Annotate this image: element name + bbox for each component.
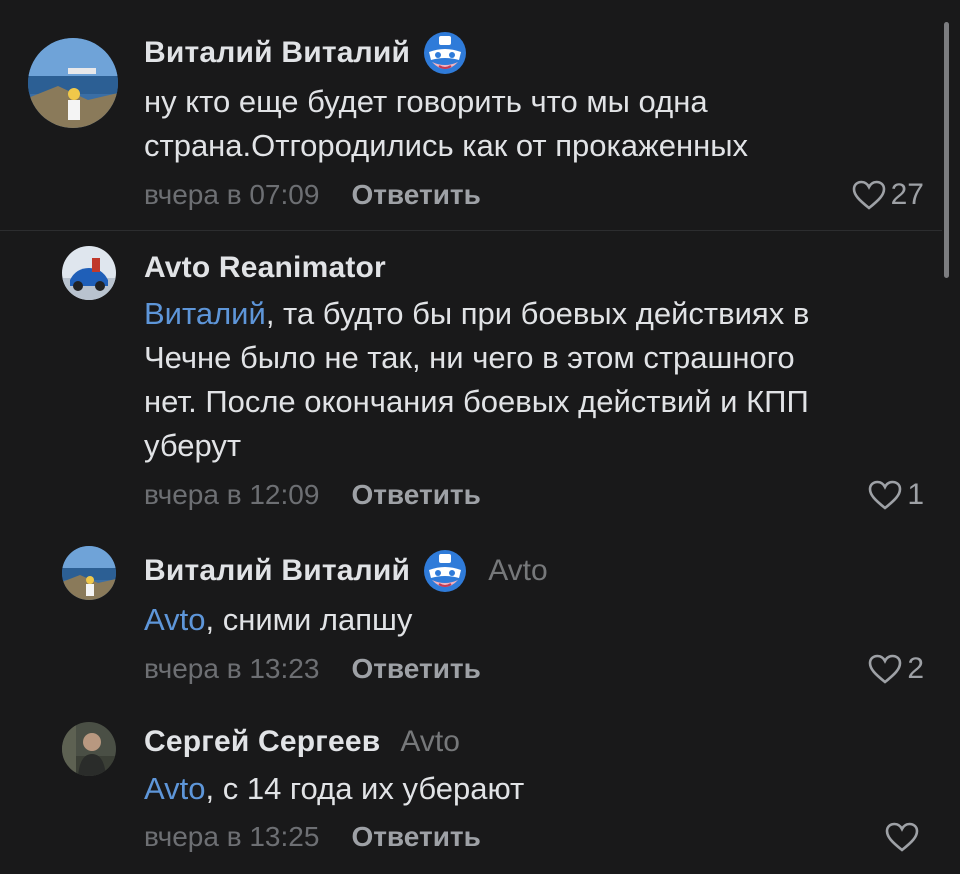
comment-text: ну кто еще будет говорить что мы одна ст…: [144, 80, 934, 168]
like-button[interactable]: 1: [867, 477, 924, 513]
comment-line: Avto, с 14 года их уберают: [144, 767, 934, 811]
comment-line: Avto, сними лапшу: [144, 598, 934, 642]
comment-line: уберут: [144, 428, 242, 463]
comment-line-text: , сними лапшу: [205, 602, 413, 637]
avatar[interactable]: [62, 546, 116, 600]
comment-line: Чечне было не так, ни чего в этом страшн…: [144, 340, 795, 375]
author-name[interactable]: Сергей Сергеев: [144, 725, 380, 759]
comment-time: вчера в 13:23: [144, 653, 320, 684]
comment-line: ну кто еще будет говорить что мы одна: [144, 84, 708, 119]
comment-time: вчера в 07:09: [144, 179, 320, 210]
comment-line: Виталий, та будто бы при боевых действия…: [144, 292, 934, 336]
captain-mask-icon: [422, 30, 468, 76]
like-button[interactable]: 2: [867, 651, 924, 687]
author-name[interactable]: Avto Reanimator: [144, 251, 386, 285]
heart-icon: [885, 822, 919, 852]
mention-link[interactable]: Avto: [144, 602, 205, 637]
comment-time: вчера в 13:25: [144, 821, 320, 852]
comment-line: страна.Отгородились как от прокаженных: [144, 128, 748, 163]
comment-line: нет. После окончания боевых действий и К…: [144, 384, 809, 419]
like-button[interactable]: 27: [851, 177, 924, 213]
like-count: 1: [907, 478, 924, 511]
comment-text: Виталий, та будто бы при боевых действия…: [144, 292, 934, 468]
captain-mask-icon: [422, 548, 468, 594]
comment-text: Avto, сними лапшу: [144, 598, 934, 642]
avatar[interactable]: [62, 246, 116, 300]
comment-text: Avto, с 14 года их уберают: [144, 767, 934, 811]
avatar-photo: [28, 38, 118, 128]
like-count: 27: [890, 178, 924, 211]
avatar-photo: [62, 546, 116, 600]
reply-to-name[interactable]: Avto: [488, 554, 548, 588]
heart-icon: [869, 654, 902, 684]
heart-icon: [852, 180, 885, 210]
avatar-photo: [62, 722, 116, 776]
scrollbar[interactable]: [944, 22, 949, 278]
comment-line-text: , та будто бы при боевых действиях в: [265, 296, 810, 331]
reply-button[interactable]: Ответить: [351, 179, 480, 211]
like-button[interactable]: [884, 819, 924, 855]
like-count: 2: [907, 652, 924, 685]
reply-button[interactable]: Ответить: [351, 821, 480, 853]
mention-link[interactable]: Виталий: [144, 296, 266, 331]
heart-icon: [869, 480, 902, 510]
author-name[interactable]: Виталий Виталий: [144, 36, 410, 70]
avatar-photo: [62, 246, 116, 300]
avatar[interactable]: [62, 722, 116, 776]
divider: [0, 230, 942, 231]
comment-line-text: , с 14 года их уберают: [205, 771, 525, 806]
reply-to-name[interactable]: Avto: [400, 725, 460, 759]
author-name[interactable]: Виталий Виталий: [144, 554, 410, 588]
reply-button[interactable]: Ответить: [351, 479, 480, 511]
mention-link[interactable]: Avto: [144, 771, 205, 806]
reply-button[interactable]: Ответить: [351, 653, 480, 685]
avatar[interactable]: [28, 38, 118, 128]
comment-time: вчера в 12:09: [144, 479, 320, 510]
